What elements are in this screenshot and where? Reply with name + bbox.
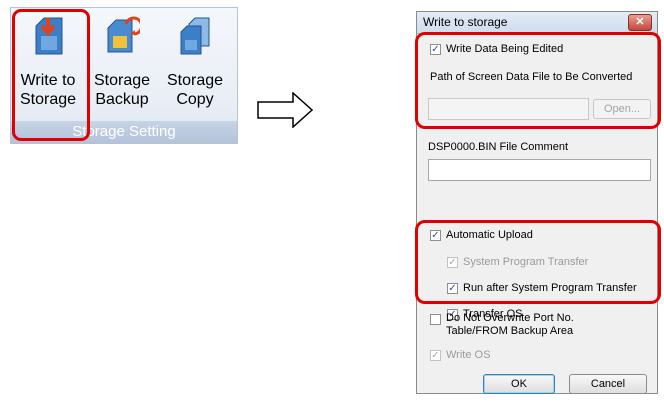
ok-button[interactable]: OK (483, 374, 555, 394)
dialog-title: Write to storage (423, 15, 508, 29)
write-to-storage-highlight (12, 9, 90, 141)
close-icon: ✕ (635, 16, 645, 28)
storage-backup-icon (107, 16, 140, 53)
comment-label: DSP0000.BIN File Comment (428, 141, 568, 153)
no-overwrite-label-line2: Table/FROM Backup Area (446, 325, 574, 337)
automatic-upload-highlight (415, 220, 661, 304)
no-overwrite-label-line1: Do Not Overwrite Port No. (446, 312, 574, 324)
cancel-button[interactable]: Cancel (569, 374, 647, 394)
write-os-label: Write OS (446, 349, 491, 361)
write-os-checkbox[interactable]: ✓ (430, 350, 441, 361)
storage-copy-button[interactable]: Storage Copy (160, 8, 230, 118)
no-overwrite-checkbox[interactable] (430, 314, 441, 325)
close-button[interactable]: ✕ (628, 14, 652, 31)
storage-backup-label: Storage Backup (93, 72, 151, 108)
comment-input[interactable] (428, 159, 651, 181)
storage-copy-label: Storage Copy (166, 72, 224, 108)
write-data-highlight (415, 32, 661, 129)
storage-backup-button[interactable]: Storage Backup (87, 8, 157, 118)
storage-copy-icon (180, 17, 210, 55)
dialog-title-bar: Write to storage ✕ (417, 12, 657, 34)
right-arrow-icon (257, 92, 313, 128)
